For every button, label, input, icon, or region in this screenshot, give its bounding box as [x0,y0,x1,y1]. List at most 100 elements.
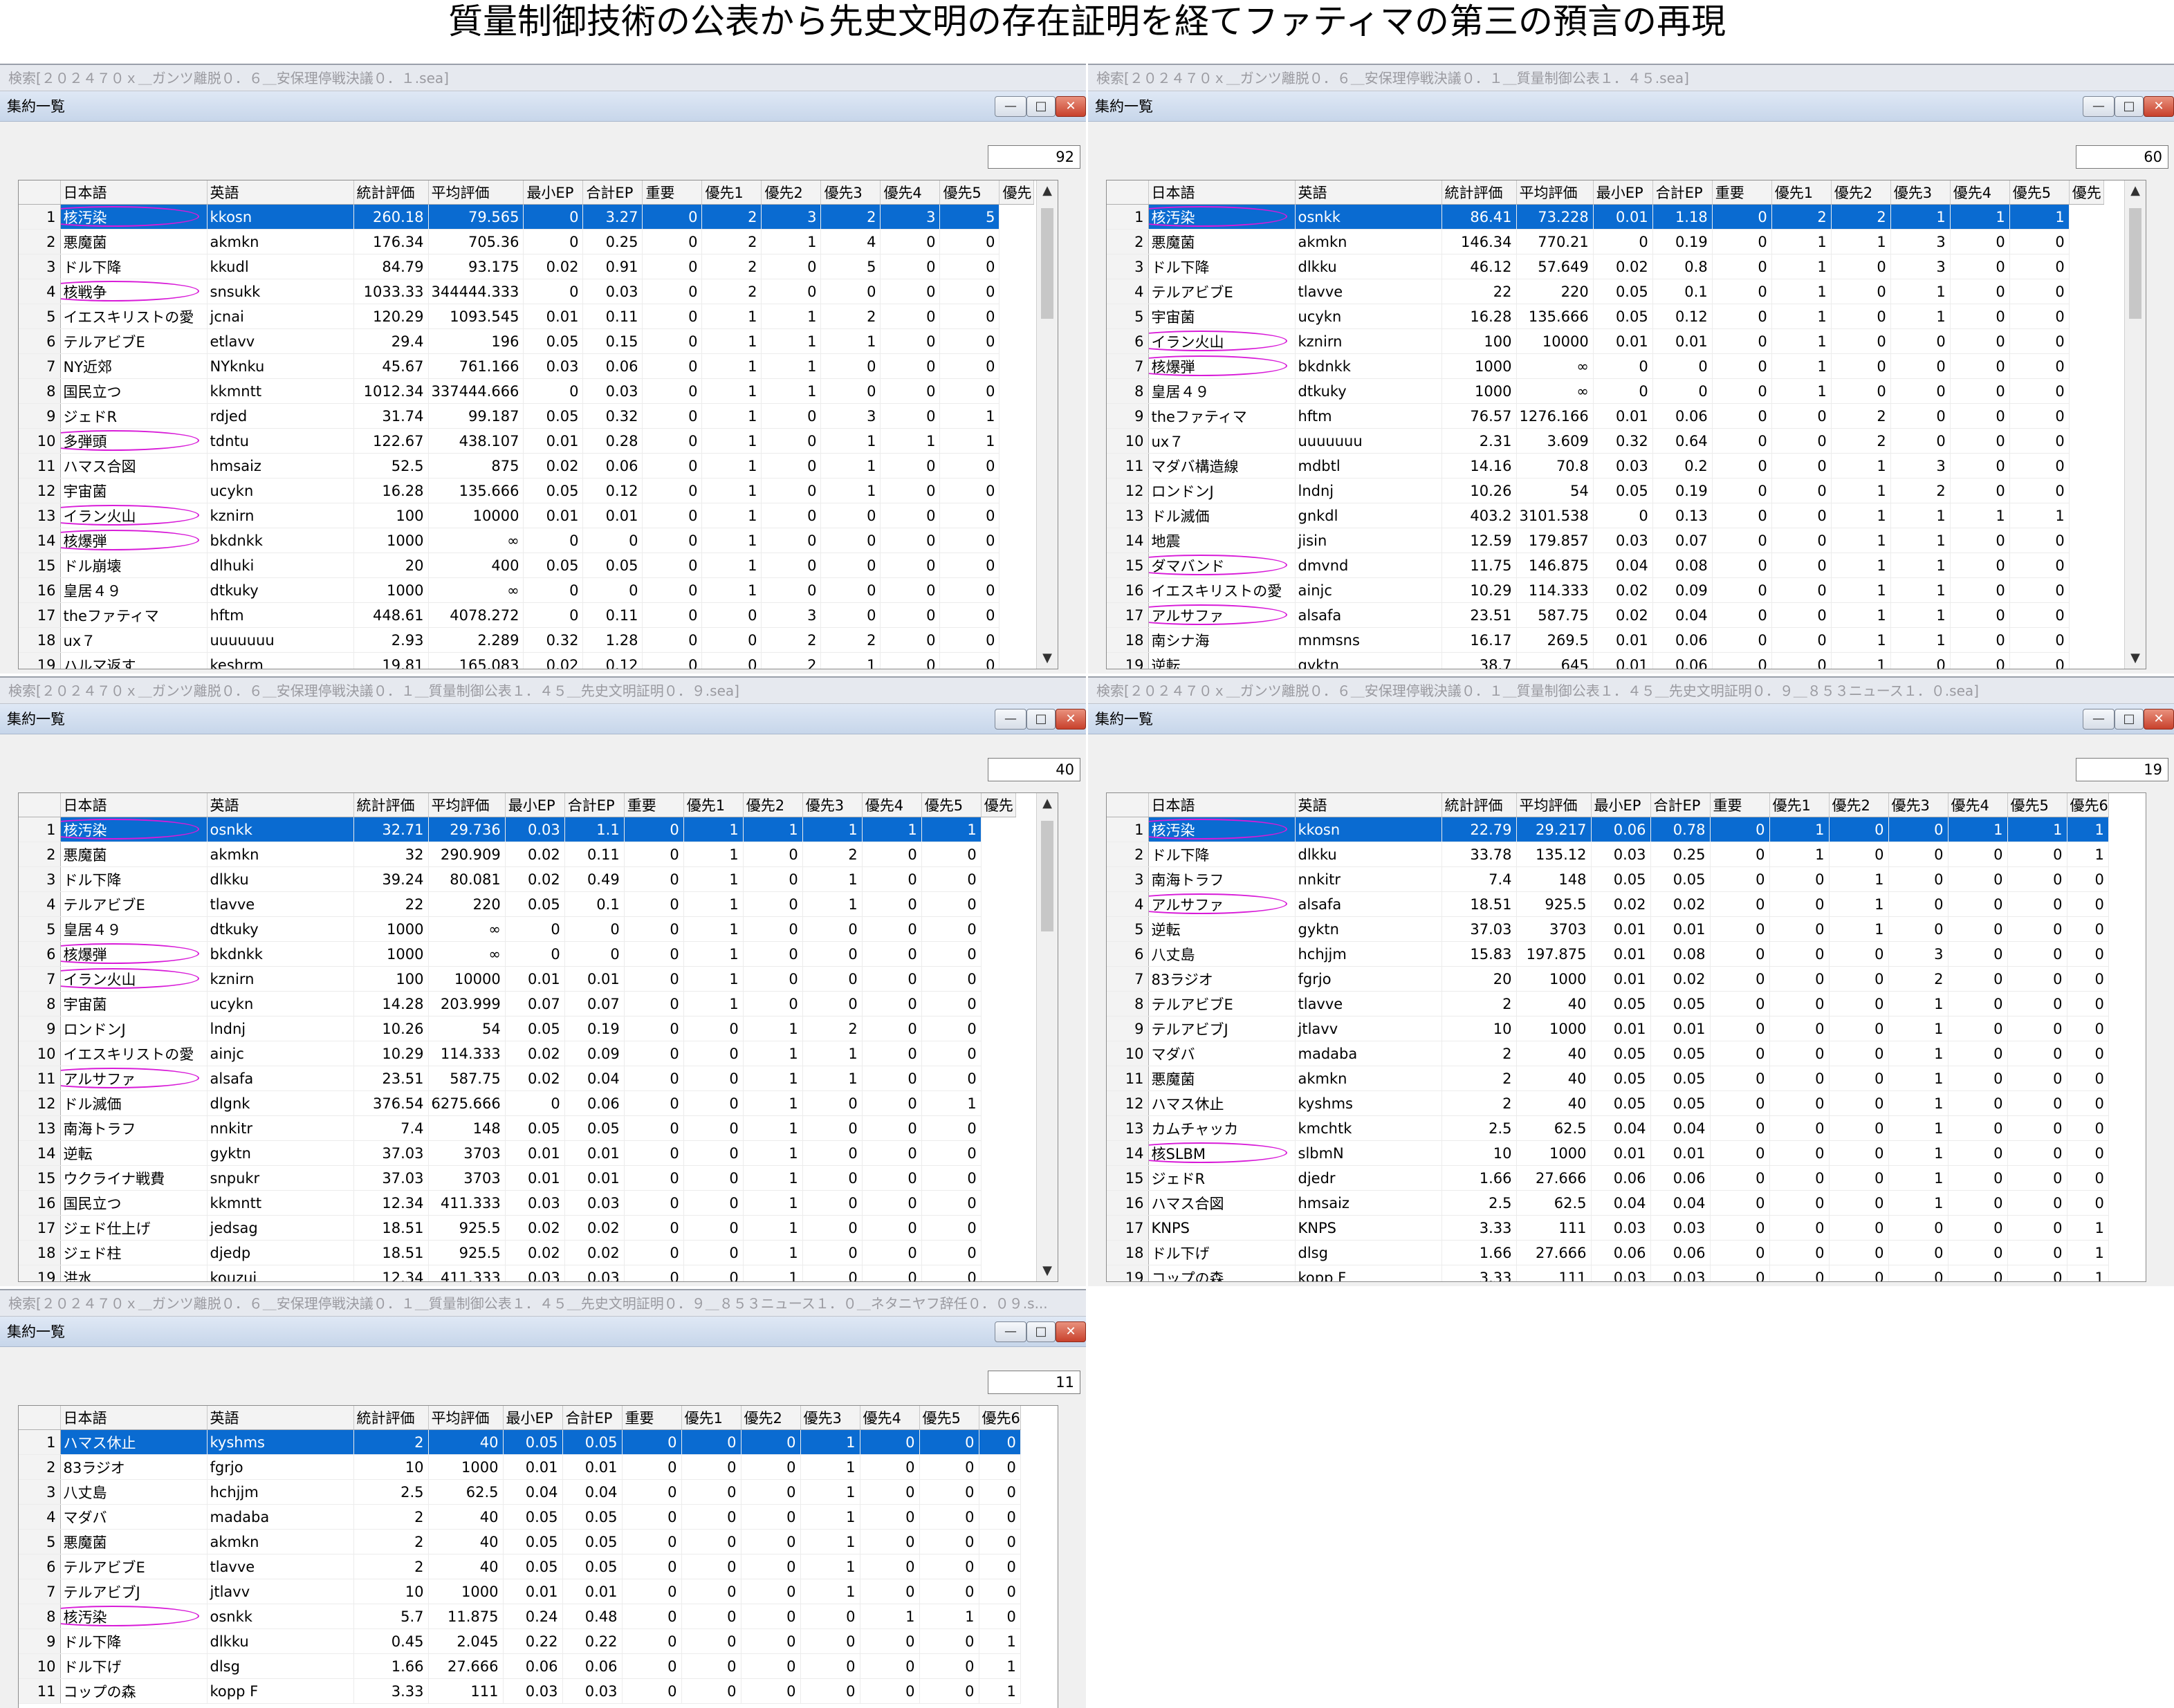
table-row[interactable]: 1 ハマス休止 kyshms 2 40 0.05 0.05 0 0 0 1 0 0 0 [19,1429,1021,1455]
minimize-button[interactable]: — [995,709,1026,730]
column-header[interactable]: 優先4 [1950,180,2010,205]
table-row[interactable]: 18 ジェド柱 djedp 18.51 925.5 0.02 0.02 0 0 1 0 0 0 [19,1240,1015,1265]
table-row[interactable]: 9 theファティマ hftm 76.57 1276.166 0.01 0.06 0 0 2 0 0 0 [1107,403,2103,429]
table-row[interactable]: 3 南海トラフ nnkitr 7.4 148 0.05 0.05 0 0 1 0 0 0 0 [1107,866,2109,892]
table-row[interactable]: 5 皇居４９ dtkuky 1000 ∞ 0 0 0 1 0 0 0 0 [19,916,1015,942]
table-row[interactable]: 19 ハルマ返す keshrm 19.81 165.083 0.02 0.12 0 0 2 1 0 0 [19,652,1034,669]
table-row[interactable]: 2 悪魔菌 akmkn 146.34 770.21 0 0.19 0 1 1 3 0 0 [1107,229,2103,254]
minimize-button[interactable]: — [995,96,1026,117]
column-header[interactable]: 英語 [207,180,354,205]
restore-button[interactable]: □ [2115,96,2144,117]
window-titlebar[interactable]: 集約一覧 — □ ✕ [1088,91,2174,122]
column-header[interactable]: 英語 [207,1406,354,1430]
column-header[interactable]: 優先1 [701,180,762,205]
table-row[interactable]: 7 イラン火山 kznirn 100 10000 0.01 0.01 0 1 0 0 0 0 [19,966,1015,992]
table-row[interactable]: 3 ドル下降 dlkku 46.12 57.649 0.02 0.8 0 1 0 3 0 0 [1107,254,2103,279]
table-row[interactable]: 15 ジェドR djedr 1.66 27.666 0.06 0.06 0 0 0 1 0 0 0 [1107,1165,2109,1191]
vertical-scrollbar[interactable]: ▲ ▼ [1036,793,1058,1281]
table-row[interactable]: 11 悪魔菌 akmkn 2 40 0.05 0.05 0 0 0 1 0 0 0 [1107,1066,2109,1091]
table-row[interactable]: 18 南シナ海 mnmsns 16.17 269.5 0.01 0.06 0 0 1 1 0 0 [1107,627,2103,653]
table-row[interactable]: 14 核SLBM slbmN 10 1000 0.01 0.01 0 0 0 1 0 0 0 [1107,1140,2109,1166]
table-row[interactable]: 5 宇宙菌 ucykn 16.28 135.666 0.05 0.12 0 1 0 1 0 0 [1107,304,2103,329]
table-row[interactable]: 2 悪魔菌 akmkn 176.34 705.36 0 0.25 0 2 1 4 0 0 [19,229,1034,254]
table-row[interactable]: 19 逆転 gyktn 38.7 645 0.01 0.06 0 0 1 0 0 0 [1107,652,2103,669]
results-grid[interactable]: 日本語 英語 統計評価 平均評価 最小EP 合計EP 重要 優先1 優先2 優先3 優先4 優先5 優先… [1106,180,2146,669]
table-row[interactable]: 4 テルアビブE tlavve 22 220 0.05 0.1 0 1 0 1 0 0 [19,891,1015,917]
column-header[interactable]: 統計評価 [1441,793,1517,817]
column-header[interactable]: 優先1 [1769,793,1830,817]
minimize-button[interactable]: — [995,1321,1026,1342]
table-row[interactable]: 3 ドル下降 dlkku 39.24 80.081 0.02 0.49 0 1 0 1 0 0 [19,866,1015,892]
table-row[interactable]: 12 宇宙菌 ucykn 16.28 135.666 0.05 0.12 0 1 0 1 0 0 [19,478,1034,503]
table-row[interactable]: 19 洪水 kouzui 12.34 411.333 0.03 0.03 0 0 1 0 0 0 [19,1265,1015,1281]
column-header[interactable]: 優先3 [820,180,881,205]
table-row[interactable]: 2 83ラジオ fgrjo 10 1000 0.01 0.01 0 0 0 1 0 0 0 [19,1454,1021,1480]
table-row[interactable]: 7 核爆弾 bkdnkk 1000 ∞ 0 0 0 1 0 0 0 0 [1107,353,2103,379]
table-row[interactable]: 5 逆転 gyktn 37.03 3703 0.01 0.01 0 0 1 0 0 0 0 [1107,916,2109,942]
column-header[interactable]: 平均評価 [1516,793,1592,817]
column-header[interactable]: 日本語 [60,793,208,817]
table-row[interactable]: 12 ロンドンJ lndnj 10.26 54 0.05 0.19 0 0 1 2 0 0 [1107,478,2103,503]
table-row[interactable]: 13 イラン火山 kznirn 100 10000 0.01 0.01 0 1 0 0 0 0 [19,503,1034,528]
table-row[interactable]: 11 ハマス合図 hmsaiz 52.5 875 0.02 0.06 0 1 0 1 0 0 [19,453,1034,479]
minimize-button[interactable]: — [2083,96,2115,117]
table-row[interactable]: 1 核汚染 osnkk 32.71 29.736 0.03 1.1 0 1 1 1 1 1 [19,817,1015,842]
result-count-field[interactable]: 60 [2076,145,2168,169]
table-row[interactable]: 15 ダマバンド dmvnd 11.75 146.875 0.04 0.08 0 0 1 1 0 0 [1107,553,2103,578]
table-row[interactable]: 2 ドル下降 dlkku 33.78 135.12 0.03 0.25 0 1 0 0 0 0 1 [1107,842,2109,867]
column-header[interactable]: 優先5 [939,180,1000,205]
column-header[interactable]: 統計評価 [353,180,429,205]
table-row[interactable]: 1 核汚染 osnkk 86.41 73.228 0.01 1.18 0 2 2 1 1 1 [1107,204,2103,230]
close-button[interactable]: ✕ [2144,96,2174,117]
column-header[interactable]: 優先1 [683,793,744,817]
column-header[interactable]: 合計EP [562,1406,623,1430]
table-row[interactable]: 12 ドル滅価 dlgnk 376.54 6275.666 0 0.06 0 0 1 0 0 1 [19,1090,1015,1116]
window-titlebar[interactable]: 集約一覧 — □ ✕ [1088,704,2174,734]
close-button[interactable]: ✕ [1056,709,1086,730]
table-row[interactable]: 11 マダバ構造線 mdbtl 14.16 70.8 0.03 0.2 0 0 1 3 0 0 [1107,453,2103,479]
table-row[interactable]: 13 カムチャッカ kmchtk 2.5 62.5 0.04 0.04 0 0 0 1 0 0 0 [1107,1115,2109,1141]
results-grid[interactable]: 日本語 英語 統計評価 平均評価 最小EP 合計EP 重要 優先1 優先2 優先3 優先4 優先5 優先… [18,1405,1058,1708]
table-row[interactable]: 10 ux７ uuuuuuu 2.31 3.609 0.32 0.64 0 0 2 0 0 0 [1107,428,2103,454]
table-row[interactable]: 7 テルアビブJ jtlavv 10 1000 0.01 0.01 0 0 0 1 0 0 0 [19,1579,1021,1604]
table-row[interactable]: 11 コップの森 kopp F 3.33 111 0.03 0.03 0 0 0 0 0 0 1 [19,1678,1021,1704]
table-row[interactable]: 8 皇居４９ dtkuky 1000 ∞ 0 0 0 1 0 0 0 0 [1107,378,2103,404]
table-row[interactable]: 9 ロンドンJ lndnj 10.26 54 0.05 0.19 0 0 1 2 0 0 [19,1016,1015,1041]
close-button[interactable]: ✕ [2144,709,2174,730]
table-row[interactable]: 13 南海トラフ nnkitr 7.4 148 0.05 0.05 0 0 1 0 0 0 [19,1115,1015,1141]
restore-button[interactable]: □ [2115,709,2144,730]
column-header[interactable]: 統計評価 [1441,180,1517,205]
column-header[interactable]: 最小EP [1593,180,1653,205]
table-row[interactable]: 16 ハマス合図 hmsaiz 2.5 62.5 0.04 0.04 0 0 0 1 0 0 0 [1107,1190,2109,1216]
table-row[interactable]: 9 ドル下降 dlkku 0.45 2.045 0.22 0.22 0 0 0 0 0 0 1 [19,1628,1021,1654]
column-header[interactable]: 平均評価 [428,180,524,205]
column-header[interactable]: 優先3 [1888,793,1949,817]
table-row[interactable]: 7 NY近郊 NYknku 45.67 761.166 0.03 0.06 0 1 1 0 0 0 [19,353,1034,379]
column-header[interactable]: 平均評価 [428,1406,504,1430]
column-header[interactable]: 優先3 [800,1406,860,1430]
column-header[interactable]: 統計評価 [353,793,429,817]
column-header[interactable]: 英語 [1295,180,1442,205]
scroll-up-arrow-icon[interactable]: ▲ [1037,793,1058,814]
column-header[interactable]: 優先1 [681,1406,741,1430]
table-row[interactable]: 8 テルアビブE tlavve 2 40 0.05 0.05 0 0 0 1 0 0 0 [1107,991,2109,1017]
column-header[interactable]: 優先2 [741,1406,801,1430]
table-row[interactable]: 17 ジェド仕上げ jedsag 18.51 925.5 0.02 0.02 0 0 1 0 0 0 [19,1215,1015,1241]
window-titlebar[interactable]: 集約一覧 — □ ✕ [0,91,1086,122]
restore-button[interactable]: □ [1026,1321,1056,1342]
scroll-up-arrow-icon[interactable]: ▲ [1037,180,1058,201]
scroll-down-arrow-icon[interactable]: ▼ [1037,1261,1058,1281]
scrollbar-thumb[interactable] [1041,208,1053,319]
table-row[interactable]: 14 核爆弾 bkdnkk 1000 ∞ 0 0 0 1 0 0 0 0 [19,528,1034,553]
column-header[interactable]: 最小EP [505,793,565,817]
table-row[interactable]: 19 コップの森 kopp F 3.33 111 0.03 0.03 0 0 0 0 0 0 1 [1107,1265,2109,1281]
column-header[interactable]: 統計評価 [353,1406,429,1430]
table-row[interactable]: 6 核爆弾 bkdnkk 1000 ∞ 0 0 0 1 0 0 0 0 [19,941,1015,967]
table-row[interactable]: 4 テルアビブE tlavve 22 220 0.05 0.1 0 1 0 1 0 0 [1107,279,2103,304]
table-row[interactable]: 18 ドル下げ dlsg 1.66 27.666 0.06 0.06 0 0 0 0 0 0 1 [1107,1240,2109,1265]
column-header[interactable]: 平均評価 [428,793,506,817]
table-row[interactable]: 5 イエスキリストの愛 jcnai 120.29 1093.545 0.01 0.11 0 1 1… [19,304,1034,329]
scrollbar-thumb[interactable] [1041,821,1053,931]
result-count-field[interactable]: 19 [2076,758,2168,781]
column-header[interactable]: 優先5 [921,793,982,817]
